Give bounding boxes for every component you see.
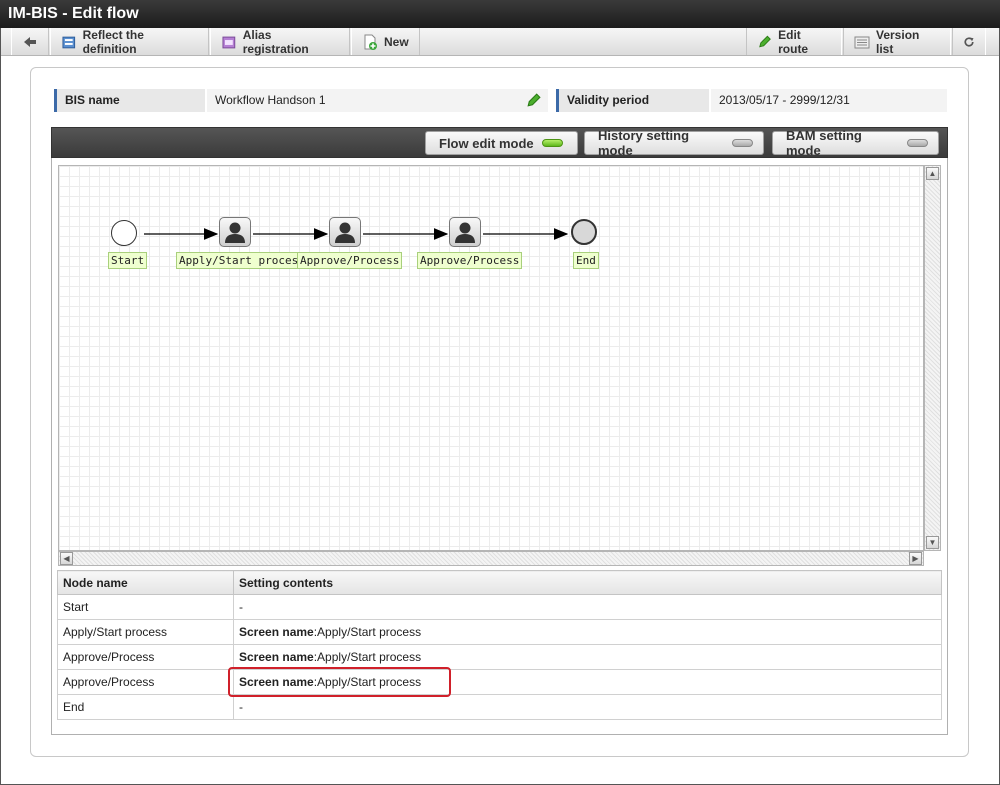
column-header-node-name: Node name: [57, 570, 234, 595]
setting-contents-cell: Screen name:Apply/Start process: [233, 644, 942, 670]
approve-process-node-1[interactable]: [329, 217, 361, 247]
validity-value: 2013/05/17 - 2999/12/31: [711, 89, 947, 112]
start-node[interactable]: [111, 220, 137, 246]
table-row[interactable]: End -: [57, 694, 942, 720]
bam-setting-mode-button[interactable]: BAM setting mode: [772, 128, 939, 158]
node-name-cell: Approve/Process: [57, 644, 234, 670]
new-label: New: [384, 34, 409, 49]
toolbar: Reflect the definition Alias registratio…: [1, 28, 999, 56]
flow-connectors: [144, 228, 569, 240]
screen-name-label: Screen name: [239, 675, 314, 689]
alias-registration-icon: [222, 36, 236, 48]
alias-registration-button[interactable]: Alias registration: [210, 27, 350, 56]
reflect-definition-label: Reflect the definition: [82, 27, 144, 56]
flow-edit-mode-label: Flow edit mode: [439, 135, 534, 151]
flow-edit-mode-indicator: [541, 139, 563, 147]
node-name-cell: Start: [57, 594, 234, 620]
bis-name-value: Workflow Handson 1: [207, 89, 548, 112]
end-node[interactable]: [571, 219, 597, 245]
approve-process-node-2[interactable]: [449, 217, 481, 247]
version-list-label: Version list: [876, 27, 920, 56]
approve-process-label-1: Approve/Process: [297, 252, 403, 269]
refresh-button[interactable]: [952, 28, 986, 55]
node-settings-table: Node name Setting contents Start - Apply…: [57, 570, 942, 720]
scroll-right-icon[interactable]: ▶: [909, 552, 922, 565]
bam-setting-mode-label: BAM setting mode: [786, 128, 862, 158]
new-document-icon: [364, 34, 377, 50]
new-button[interactable]: New: [351, 28, 420, 55]
screen-name-value: :Apply/Start process: [313, 675, 422, 689]
reflect-definition-button[interactable]: Reflect the definition: [50, 27, 209, 56]
vertical-scrollbar[interactable]: ▲ ▼: [924, 165, 941, 551]
version-list-button[interactable]: Version list: [843, 27, 951, 56]
flow-mode-bar: Flow edit mode History setting mode BAM …: [51, 127, 948, 158]
start-node-label: Start: [108, 252, 148, 269]
user-icon: [335, 222, 355, 243]
scroll-left-icon[interactable]: ◀: [60, 552, 73, 565]
end-node-label: End: [573, 252, 599, 269]
bam-setting-mode-indicator: [907, 139, 928, 147]
horizontal-scrollbar[interactable]: ◀ ▶: [58, 551, 924, 566]
user-icon: [225, 222, 245, 243]
table-row[interactable]: Approve/Process Screen name:Apply/Start …: [57, 669, 942, 695]
scroll-down-icon[interactable]: ▼: [926, 536, 939, 549]
back-button[interactable]: [11, 28, 49, 55]
screen-name-value: :Apply/Start process: [313, 625, 422, 639]
table-row[interactable]: Approve/Process Screen name:Apply/Start …: [57, 644, 942, 670]
setting-contents-cell: Screen name:Apply/Start process: [233, 619, 942, 645]
validity-label: Validity period: [556, 89, 709, 112]
screen-name-label: Screen name: [239, 625, 314, 639]
table-row[interactable]: Apply/Start process Screen name:Apply/St…: [57, 619, 942, 645]
apply-start-process-label: Apply/Start process: [176, 252, 308, 269]
history-setting-mode-label: History setting mode: [598, 128, 690, 158]
screen-name-value: :Apply/Start process: [313, 650, 422, 664]
setting-contents-cell: -: [233, 694, 942, 720]
setting-contents-cell: Screen name:Apply/Start process: [233, 669, 942, 695]
node-name-cell: End: [57, 694, 234, 720]
edit-route-button[interactable]: Edit route: [746, 27, 842, 56]
refresh-icon: [964, 36, 974, 47]
bis-name-label: BIS name: [54, 89, 205, 112]
list-icon: [854, 36, 870, 48]
flow-canvas[interactable]: Start Apply/Start process Approve/Proces…: [58, 165, 924, 551]
table-row[interactable]: Start -: [57, 594, 942, 620]
history-setting-mode-indicator: [732, 139, 753, 147]
arrow-left-icon: [24, 36, 36, 47]
pencil-icon: [759, 35, 771, 47]
edit-route-label: Edit route: [778, 27, 809, 56]
node-name-cell: Approve/Process: [57, 669, 234, 695]
bis-name-row: BIS name Workflow Handson 1: [54, 89, 548, 112]
setting-contents-cell: -: [233, 594, 942, 620]
screen-name-label: Screen name: [239, 650, 314, 664]
apply-start-process-node[interactable]: [219, 217, 251, 247]
scroll-up-icon[interactable]: ▲: [926, 167, 939, 180]
user-icon: [455, 222, 475, 243]
reflect-definition-icon: [62, 36, 76, 48]
flow-edit-mode-button[interactable]: Flow edit mode: [425, 131, 578, 155]
validity-row: Validity period 2013/05/17 - 2999/12/31: [556, 89, 947, 112]
history-setting-mode-button[interactable]: History setting mode: [584, 128, 764, 158]
bis-name-text: Workflow Handson 1: [215, 93, 326, 107]
approve-process-label-2: Approve/Process: [417, 252, 523, 269]
alias-registration-label: Alias registration: [242, 27, 309, 56]
node-name-cell: Apply/Start process: [57, 619, 234, 645]
table-header-row: Node name Setting contents: [57, 570, 942, 595]
window-title: IM-BIS - Edit flow: [0, 0, 1000, 28]
pencil-icon[interactable]: [525, 92, 542, 109]
column-header-setting-contents: Setting contents: [233, 570, 942, 595]
